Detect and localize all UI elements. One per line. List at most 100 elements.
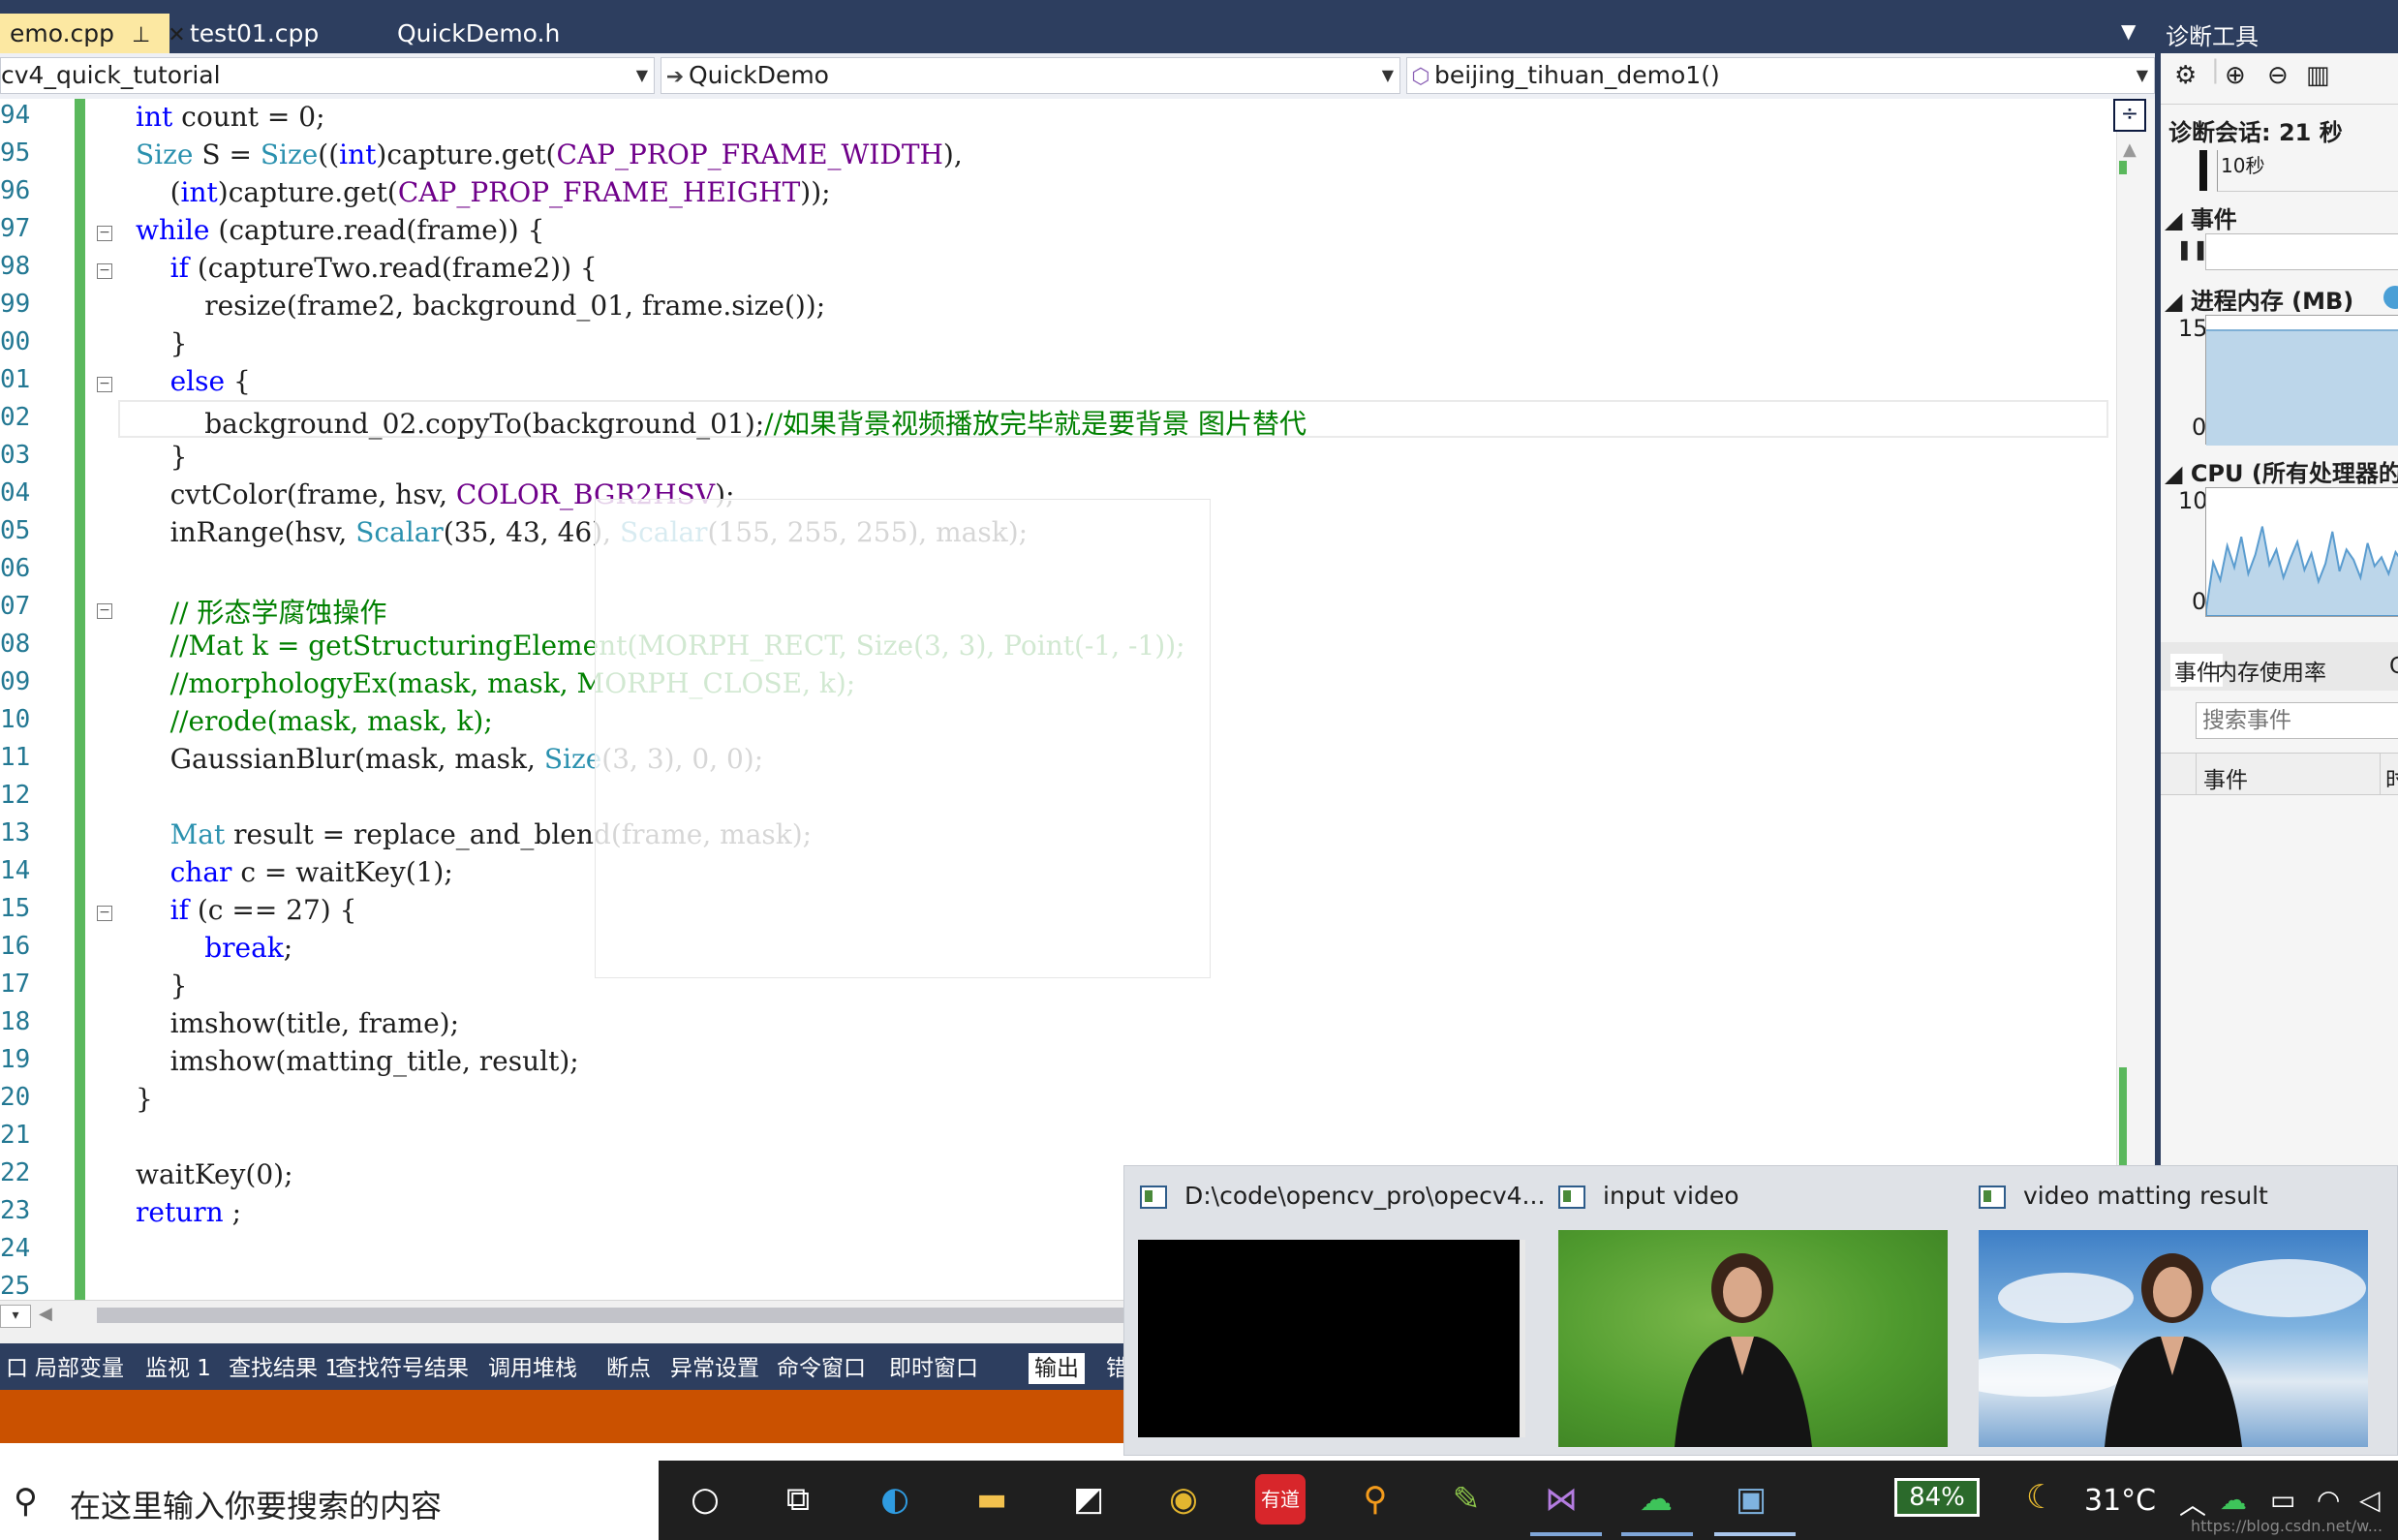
subtab-memory[interactable]: 内存使用率	[2215, 654, 2326, 687]
events-section-header[interactable]: ◢ 事件	[2165, 200, 2237, 234]
code-line[interactable]: background_02.copyTo(background_01);//如果…	[136, 403, 1307, 442]
code-line[interactable]: if (captureTwo.read(frame2)) {	[136, 252, 598, 284]
tool-tab[interactable]: 监视 1	[139, 1353, 217, 1384]
tool-tab[interactable]: 命令窗口	[771, 1353, 872, 1384]
battery-icon[interactable]: ▭	[2270, 1484, 2295, 1516]
scrollbar-thumb[interactable]	[97, 1308, 1123, 1323]
tool-tab[interactable]: 异常设置	[664, 1353, 765, 1384]
line-number: 16	[0, 931, 31, 961]
preview-thumbnail-result[interactable]	[1979, 1230, 2368, 1447]
tab-label: emo.cpp	[10, 19, 115, 47]
subtab-cpu[interactable]: C	[2389, 654, 2398, 679]
code-line[interactable]: }	[136, 327, 188, 359]
collapse-icon[interactable]: −	[97, 262, 112, 279]
code-line[interactable]: Size S = Size((int)capture.get(CAP_PROP_…	[136, 139, 963, 170]
line-number: 17	[0, 969, 31, 999]
line-number: 07	[0, 591, 31, 621]
pin-icon[interactable]: ⊥	[132, 15, 150, 55]
code-line[interactable]: imshow(title, frame);	[136, 1007, 459, 1039]
code-line[interactable]: return ;	[136, 1196, 241, 1228]
notepad-icon[interactable]: ✎	[1441, 1474, 1491, 1525]
pause-icon[interactable]: ❚❚	[2176, 237, 2209, 261]
tab-quickdemo-cpp[interactable]: emo.cpp ⊥ ✕	[0, 14, 186, 55]
code-line[interactable]: resize(frame2, background_01, frame.size…	[136, 290, 825, 322]
tool-tab[interactable]: 局部变量	[29, 1353, 130, 1384]
collapse-icon[interactable]: −	[97, 602, 112, 619]
file-explorer-icon[interactable]: ▬	[967, 1474, 1017, 1525]
chrome-icon[interactable]: ◉	[1158, 1474, 1209, 1525]
code-line[interactable]: int count = 0;	[136, 101, 325, 133]
column-event[interactable]: 事件	[2203, 761, 2248, 794]
visual-studio-icon[interactable]: ⋈	[1536, 1474, 1586, 1525]
zoom-in-icon[interactable]: ⊕	[2225, 61, 2246, 90]
tool-tab[interactable]: 输出	[1029, 1353, 1085, 1384]
edge-icon[interactable]: ◐	[870, 1474, 920, 1525]
line-number: 95	[0, 138, 31, 168]
code-line[interactable]: }	[136, 970, 188, 1001]
tab-test01-cpp[interactable]: test01.cpp	[180, 14, 328, 53]
tab-quickdemo-h[interactable]: QuickDemo.h	[387, 14, 569, 53]
collapse-icon[interactable]: −	[97, 376, 112, 392]
wechat-tray-icon[interactable]: ☁	[2220, 1484, 2247, 1516]
tool-tab[interactable]: 调用堆栈	[482, 1353, 583, 1384]
zoom-dropdown[interactable]: ▾	[0, 1305, 31, 1328]
column-divider	[2196, 754, 2197, 794]
arrow-right-icon: ➔	[665, 65, 685, 89]
collapse-icon[interactable]: −	[97, 905, 112, 921]
opencv-window-icon[interactable]: ▣	[1726, 1474, 1776, 1525]
zoom-out-icon[interactable]: ⊖	[2267, 61, 2289, 90]
code-line[interactable]: char c = waitKey(1);	[136, 856, 453, 888]
search-events-input[interactable]	[2196, 702, 2398, 739]
battery-percent-badge[interactable]: 84%	[1894, 1478, 1980, 1517]
tool-tab[interactable]: 查找符号结果	[329, 1353, 475, 1384]
code-line[interactable]: }	[136, 441, 188, 473]
sticky-notes-icon[interactable]: ◩	[1063, 1474, 1114, 1525]
preview-title-console[interactable]: D:\code\opencv_pro\opecv4...	[1184, 1182, 1545, 1210]
preview-title-result[interactable]: video matting result	[2023, 1182, 2268, 1210]
cpu-section-header[interactable]: ◢ CPU (所有处理器的	[2165, 454, 2398, 488]
preview-thumbnail-console[interactable]	[1138, 1240, 1525, 1437]
code-line[interactable]: //erode(mask, mask, k);	[136, 705, 493, 737]
bar-chart-icon[interactable]: ▥	[2306, 61, 2330, 90]
taskbar-search-placeholder[interactable]: 在这里输入你要搜索的内容	[70, 1482, 442, 1526]
wifi-icon[interactable]: ◠	[2317, 1484, 2340, 1516]
code-line[interactable]: if (c == 27) {	[136, 894, 357, 926]
temperature[interactable]: 31°C	[2084, 1484, 2156, 1518]
member-dropdown[interactable]: ⬡ beijing_tihuan_demo1() ▼	[1406, 57, 2155, 94]
chevron-down-icon[interactable]: ▼	[2121, 19, 2136, 43]
gear-icon[interactable]: ⚙	[2174, 61, 2197, 90]
memory-header-label: 进程内存 (MB)	[2190, 288, 2354, 315]
split-icon[interactable]: ÷	[2113, 99, 2146, 132]
scope-dropdown[interactable]: ➔ QuickDemo ▼	[661, 57, 1400, 94]
cpu-graph-svg	[2205, 526, 2398, 617]
code-line[interactable]: imshow(matting_title, result);	[136, 1045, 579, 1077]
scroll-up-icon[interactable]: ▲	[2123, 139, 2137, 160]
code-line[interactable]: else {	[136, 365, 251, 397]
preview-thumbnail-input[interactable]	[1558, 1230, 1948, 1447]
memory-section-header[interactable]: ◢ 进程内存 (MB)	[2165, 282, 2353, 316]
code-line[interactable]: (int)capture.get(CAP_PROP_FRAME_HEIGHT))…	[136, 176, 831, 208]
cortana-icon[interactable]: ○	[680, 1474, 730, 1525]
task-view-icon[interactable]: ⧉	[773, 1474, 823, 1525]
code-line[interactable]: }	[136, 1083, 153, 1115]
preview-title-input[interactable]: input video	[1603, 1182, 1739, 1210]
tool-tab[interactable]: 断点	[600, 1353, 657, 1384]
diagnostics-toolbar: ⚙ | ⊕ ⊖ ▥	[2161, 53, 2398, 105]
code-line[interactable]: // 形态学腐蚀操作	[136, 592, 387, 631]
column-time[interactable]: 时	[2385, 761, 2398, 794]
project-dropdown[interactable]: cv4_quick_tutorial ▼	[0, 57, 655, 94]
code-line[interactable]: break;	[136, 932, 292, 964]
moon-weather-icon[interactable]: ☾	[2026, 1478, 2055, 1517]
tool-tab[interactable]: 查找结果 1	[223, 1353, 345, 1384]
code-line[interactable]: waitKey(0);	[136, 1158, 293, 1190]
code-editor[interactable]: 94 95 96 97 98 99 00 01 02 03 04 05 06 07 08 09 10 11 12 13…	[0, 99, 2155, 1300]
tool-tab[interactable]: 即时窗口	[883, 1353, 984, 1384]
youdao-icon[interactable]: 有道	[1255, 1474, 1306, 1525]
line-number: 11	[0, 742, 31, 772]
code-line[interactable]: while (capture.read(frame)) {	[136, 214, 544, 246]
wechat-icon[interactable]: ☁	[1631, 1474, 1681, 1525]
magnifier-icon[interactable]: ⚲	[1350, 1474, 1400, 1525]
collapse-icon[interactable]: −	[97, 225, 112, 241]
scroll-left-icon[interactable]: ◀	[39, 1304, 52, 1324]
volume-icon[interactable]: ◁	[2359, 1484, 2381, 1516]
